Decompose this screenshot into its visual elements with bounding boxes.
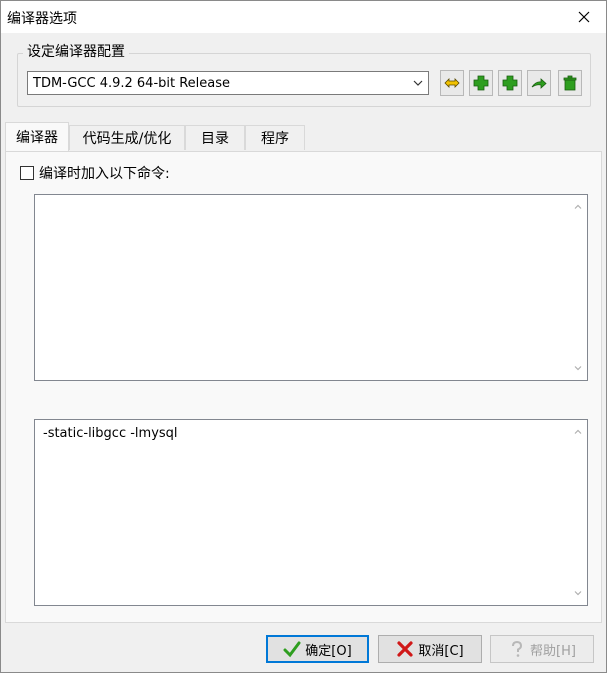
tab-label: 代码生成/优化 — [82, 131, 172, 147]
linker-commands-text: -static-libgcc -lmysql — [43, 426, 178, 441]
chevron-down-icon[interactable] — [573, 588, 583, 598]
chevron-down-icon — [413, 80, 423, 86]
help-label: 帮助[H] — [530, 643, 576, 659]
vertical-scrollbar[interactable] — [570, 195, 587, 380]
compiler-config-value: TDM-GCC 4.9.2 64-bit Release — [33, 75, 231, 91]
linker-commands-textarea[interactable]: -static-libgcc -lmysql — [34, 419, 588, 606]
help-icon — [512, 640, 523, 657]
window-title: 编译器选项 — [7, 11, 77, 27]
add-compiler-set-button[interactable] — [440, 70, 464, 96]
compiler-config-select[interactable]: TDM-GCC 4.9.2 64-bit Release — [27, 71, 429, 95]
tab-programs[interactable]: 程序 — [245, 125, 305, 150]
cancel-button[interactable]: 取消[C] — [378, 635, 482, 663]
tab-label: 目录 — [201, 131, 229, 147]
add-commands-checkbox[interactable] — [20, 166, 34, 180]
checkmark-icon — [283, 641, 301, 658]
tab-label: 程序 — [261, 131, 289, 147]
add-commands-option[interactable]: 编译时加入以下命令: — [20, 163, 170, 183]
close-icon — [578, 11, 590, 23]
plus-icon — [502, 75, 518, 91]
plus-icon — [473, 75, 489, 91]
title-bar: 编译器选项 — [1, 1, 606, 33]
vertical-scrollbar[interactable] — [570, 420, 587, 605]
trash-icon — [563, 75, 577, 91]
add-compiler-button[interactable] — [469, 70, 493, 96]
cancel-label: 取消[C] — [418, 643, 464, 659]
arrow-right-icon — [531, 78, 547, 89]
add-compiler-blank-button[interactable] — [498, 70, 522, 96]
cross-icon — [397, 641, 413, 657]
ok-label: 确定[O] — [305, 643, 352, 659]
chevron-down-icon[interactable] — [573, 363, 583, 373]
rename-compiler-button[interactable] — [527, 70, 551, 96]
tab-compiler[interactable]: 编译器 — [5, 122, 69, 151]
tab-codegen[interactable]: 代码生成/优化 — [69, 125, 185, 150]
help-button[interactable]: 帮助[H] — [490, 635, 594, 663]
chevron-up-icon[interactable] — [573, 202, 583, 212]
add-folder-icon — [444, 78, 460, 88]
chevron-up-icon[interactable] — [573, 427, 583, 437]
close-button[interactable] — [562, 1, 606, 33]
compiler-config-label: 设定编译器配置 — [23, 41, 129, 61]
tab-label: 编译器 — [16, 130, 58, 146]
add-commands-label: 编译时加入以下命令: — [39, 166, 170, 182]
tab-directories[interactable]: 目录 — [185, 125, 245, 150]
compile-commands-textarea[interactable] — [34, 194, 588, 381]
compiler-options-dialog: 编译器选项 设定编译器配置 TDM-GCC 4.9.2 64-bit Relea… — [0, 0, 607, 673]
ok-button[interactable]: 确定[O] — [266, 635, 369, 663]
delete-compiler-button[interactable] — [558, 70, 582, 96]
